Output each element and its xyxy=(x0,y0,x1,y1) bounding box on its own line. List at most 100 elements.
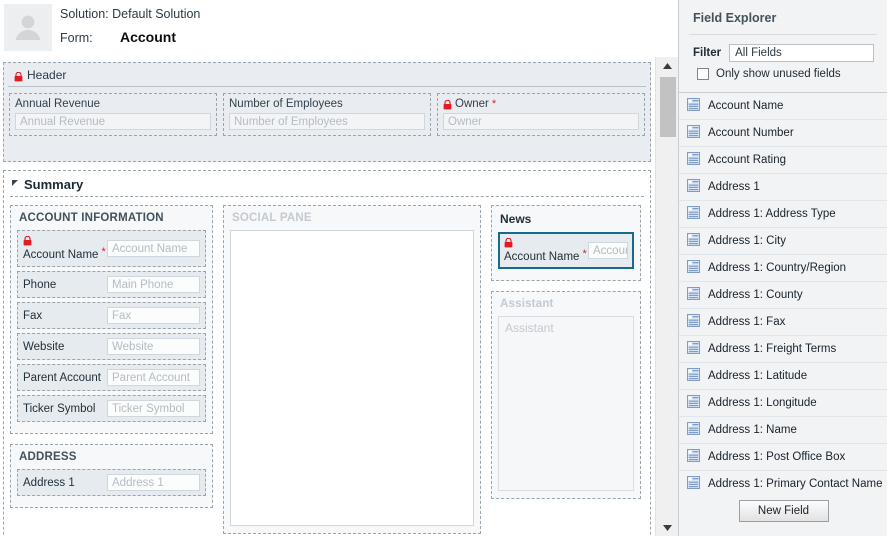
field-list-item[interactable]: Address 1: City xyxy=(679,228,887,255)
field-label: Number of Employees xyxy=(229,98,425,110)
field-news-account-name[interactable]: Account Name * Account Nan xyxy=(498,232,634,269)
form-editor-window: Solution: Default Solution Form: Account … xyxy=(0,0,887,536)
required-asterisk: * xyxy=(491,98,497,110)
field-list-item[interactable]: Address 1: Primary Contact Name xyxy=(679,471,887,494)
field-document-icon xyxy=(687,314,700,330)
header-fields-row: Annual Revenue Annual Revenue Number of … xyxy=(4,87,650,136)
field-label-text: Number of Employees xyxy=(229,98,343,110)
lock-icon xyxy=(504,237,513,248)
field-input-account-name[interactable]: Account Name xyxy=(107,240,200,257)
field-account-name[interactable]: Account Name * Account Name xyxy=(17,230,206,267)
field-input-news-account-name[interactable]: Account Nan xyxy=(588,242,628,259)
field-input-annual-revenue[interactable]: Annual Revenue xyxy=(15,113,211,130)
field-list-item-label: Address 1: Longitude xyxy=(708,397,817,409)
field-parent-account[interactable]: Parent Account Parent Account xyxy=(17,364,206,391)
field-list-item-label: Address 1: Fax xyxy=(708,316,786,328)
summary-columns: ACCOUNT INFORMATION Account Name * Accou… xyxy=(4,197,650,536)
field-label: Phone xyxy=(23,278,107,292)
field-input-owner[interactable]: Owner xyxy=(443,113,639,130)
lock-icon xyxy=(23,235,32,246)
field-input-phone[interactable]: Main Phone xyxy=(107,276,200,293)
field-label: Address 1 xyxy=(23,476,107,490)
summary-column-one: ACCOUNT INFORMATION Account Name * Accou… xyxy=(10,205,213,518)
field-document-icon xyxy=(687,449,700,465)
field-list-item[interactable]: Address 1 xyxy=(679,174,887,201)
field-number-of-employees[interactable]: Number of Employees Number of Employees xyxy=(223,93,431,136)
field-document-icon xyxy=(687,395,700,411)
field-owner[interactable]: Owner * Owner xyxy=(437,93,645,136)
field-input-number-of-employees[interactable]: Number of Employees xyxy=(229,113,425,130)
scroll-down-arrow-icon[interactable] xyxy=(656,519,679,536)
field-input-website[interactable]: Website xyxy=(107,338,200,355)
field-label-text: Parent Account xyxy=(23,371,101,384)
field-label: Account Name * xyxy=(504,237,588,264)
group-account-information[interactable]: ACCOUNT INFORMATION Account Name * Accou… xyxy=(10,205,213,434)
field-fax[interactable]: Fax Fax xyxy=(17,302,206,329)
field-list-item[interactable]: Address 1: Fax xyxy=(679,309,887,336)
new-field-button-wrap: New Field xyxy=(679,500,887,522)
field-website[interactable]: Website Website xyxy=(17,333,206,360)
field-list-item[interactable]: Account Rating xyxy=(679,147,887,174)
field-document-icon xyxy=(687,422,700,438)
field-document-icon xyxy=(687,98,700,114)
field-list-item[interactable]: Account Number xyxy=(679,120,887,147)
field-list-item[interactable]: Address 1: Country/Region xyxy=(679,255,887,282)
field-list-item-label: Account Rating xyxy=(708,154,786,166)
field-label: Parent Account xyxy=(23,371,107,385)
field-list-item[interactable]: Account Name xyxy=(679,93,887,120)
form-canvas[interactable]: Header Annual Revenue Annual Revenue Num… xyxy=(0,57,655,536)
field-label: Account Name * xyxy=(23,235,107,262)
field-input-parent-account[interactable]: Parent Account xyxy=(107,369,200,386)
required-asterisk: * xyxy=(582,248,587,260)
form-tab-summary[interactable]: Summary ACCOUNT INFORMATION Account Name… xyxy=(3,170,651,536)
field-document-icon xyxy=(687,341,700,357)
field-list-item-label: Account Name xyxy=(708,100,784,112)
field-document-icon xyxy=(687,260,700,276)
field-list-item-label: Address 1: Latitude xyxy=(708,370,808,382)
field-list-item-label: Address 1: Country/Region xyxy=(708,262,847,274)
form-section-header[interactable]: Header Annual Revenue Annual Revenue Num… xyxy=(3,62,651,162)
form-row: Form: Account xyxy=(60,25,200,50)
field-input-fax[interactable]: Fax xyxy=(107,307,200,324)
field-annual-revenue[interactable]: Annual Revenue Annual Revenue xyxy=(9,93,217,136)
group-social-pane[interactable]: SOCIAL PANE xyxy=(223,205,481,534)
user-avatar-icon xyxy=(4,4,52,51)
scroll-thumb[interactable] xyxy=(660,77,676,137)
field-label: Owner * xyxy=(443,98,639,110)
only-unused-fields-label: Only show unused fields xyxy=(716,68,841,80)
field-list[interactable]: Account Name Account Number Account Rating… xyxy=(679,92,887,494)
social-pane-body xyxy=(230,230,474,526)
field-list-item[interactable]: Address 1: County xyxy=(679,282,887,309)
group-title-address: ADDRESS xyxy=(19,451,77,463)
field-list-item[interactable]: Address 1: Latitude xyxy=(679,363,887,390)
group-address[interactable]: ADDRESS Address 1 Address 1 xyxy=(10,444,213,508)
field-list-item-label: Address 1: Post Office Box xyxy=(708,451,846,463)
form-header-bar: Solution: Default Solution Form: Account xyxy=(0,0,678,57)
field-label-text: Address 1 xyxy=(23,476,75,489)
field-ticker-symbol[interactable]: Ticker Symbol Ticker Symbol xyxy=(17,395,206,422)
only-unused-fields-checkbox[interactable] xyxy=(697,68,709,80)
group-assistant[interactable]: Assistant Assistant xyxy=(491,291,641,499)
summary-tab-header[interactable]: Summary xyxy=(4,171,650,196)
canvas-vertical-scrollbar[interactable] xyxy=(655,57,678,536)
field-list-item-label: Address 1 xyxy=(708,181,760,193)
field-address-1[interactable]: Address 1 Address 1 xyxy=(17,469,206,496)
field-input-address-1[interactable]: Address 1 xyxy=(107,474,200,491)
triangle-collapse-icon[interactable] xyxy=(12,179,18,186)
new-field-button[interactable]: New Field xyxy=(738,500,829,522)
field-phone[interactable]: Phone Main Phone xyxy=(17,271,206,298)
scroll-up-arrow-icon[interactable] xyxy=(656,57,679,74)
field-explorer-title: Field Explorer xyxy=(693,11,777,25)
field-list-item[interactable]: Address 1: Address Type xyxy=(679,201,887,228)
field-list-item[interactable]: Address 1: Post Office Box xyxy=(679,444,887,471)
field-input-ticker-symbol[interactable]: Ticker Symbol xyxy=(107,400,200,417)
only-unused-fields-row[interactable]: Only show unused fields xyxy=(679,62,887,87)
lock-icon xyxy=(14,71,23,82)
field-list-item[interactable]: Address 1: Freight Terms xyxy=(679,336,887,363)
filter-select[interactable]: All Fields xyxy=(729,44,875,62)
group-news[interactable]: News Account Name * Account Nan xyxy=(491,205,641,281)
field-list-item[interactable]: Address 1: Longitude xyxy=(679,390,887,417)
section-title-text: Header xyxy=(27,68,67,82)
field-list-item[interactable]: Address 1: Name xyxy=(679,417,887,444)
field-label: Annual Revenue xyxy=(15,98,211,110)
